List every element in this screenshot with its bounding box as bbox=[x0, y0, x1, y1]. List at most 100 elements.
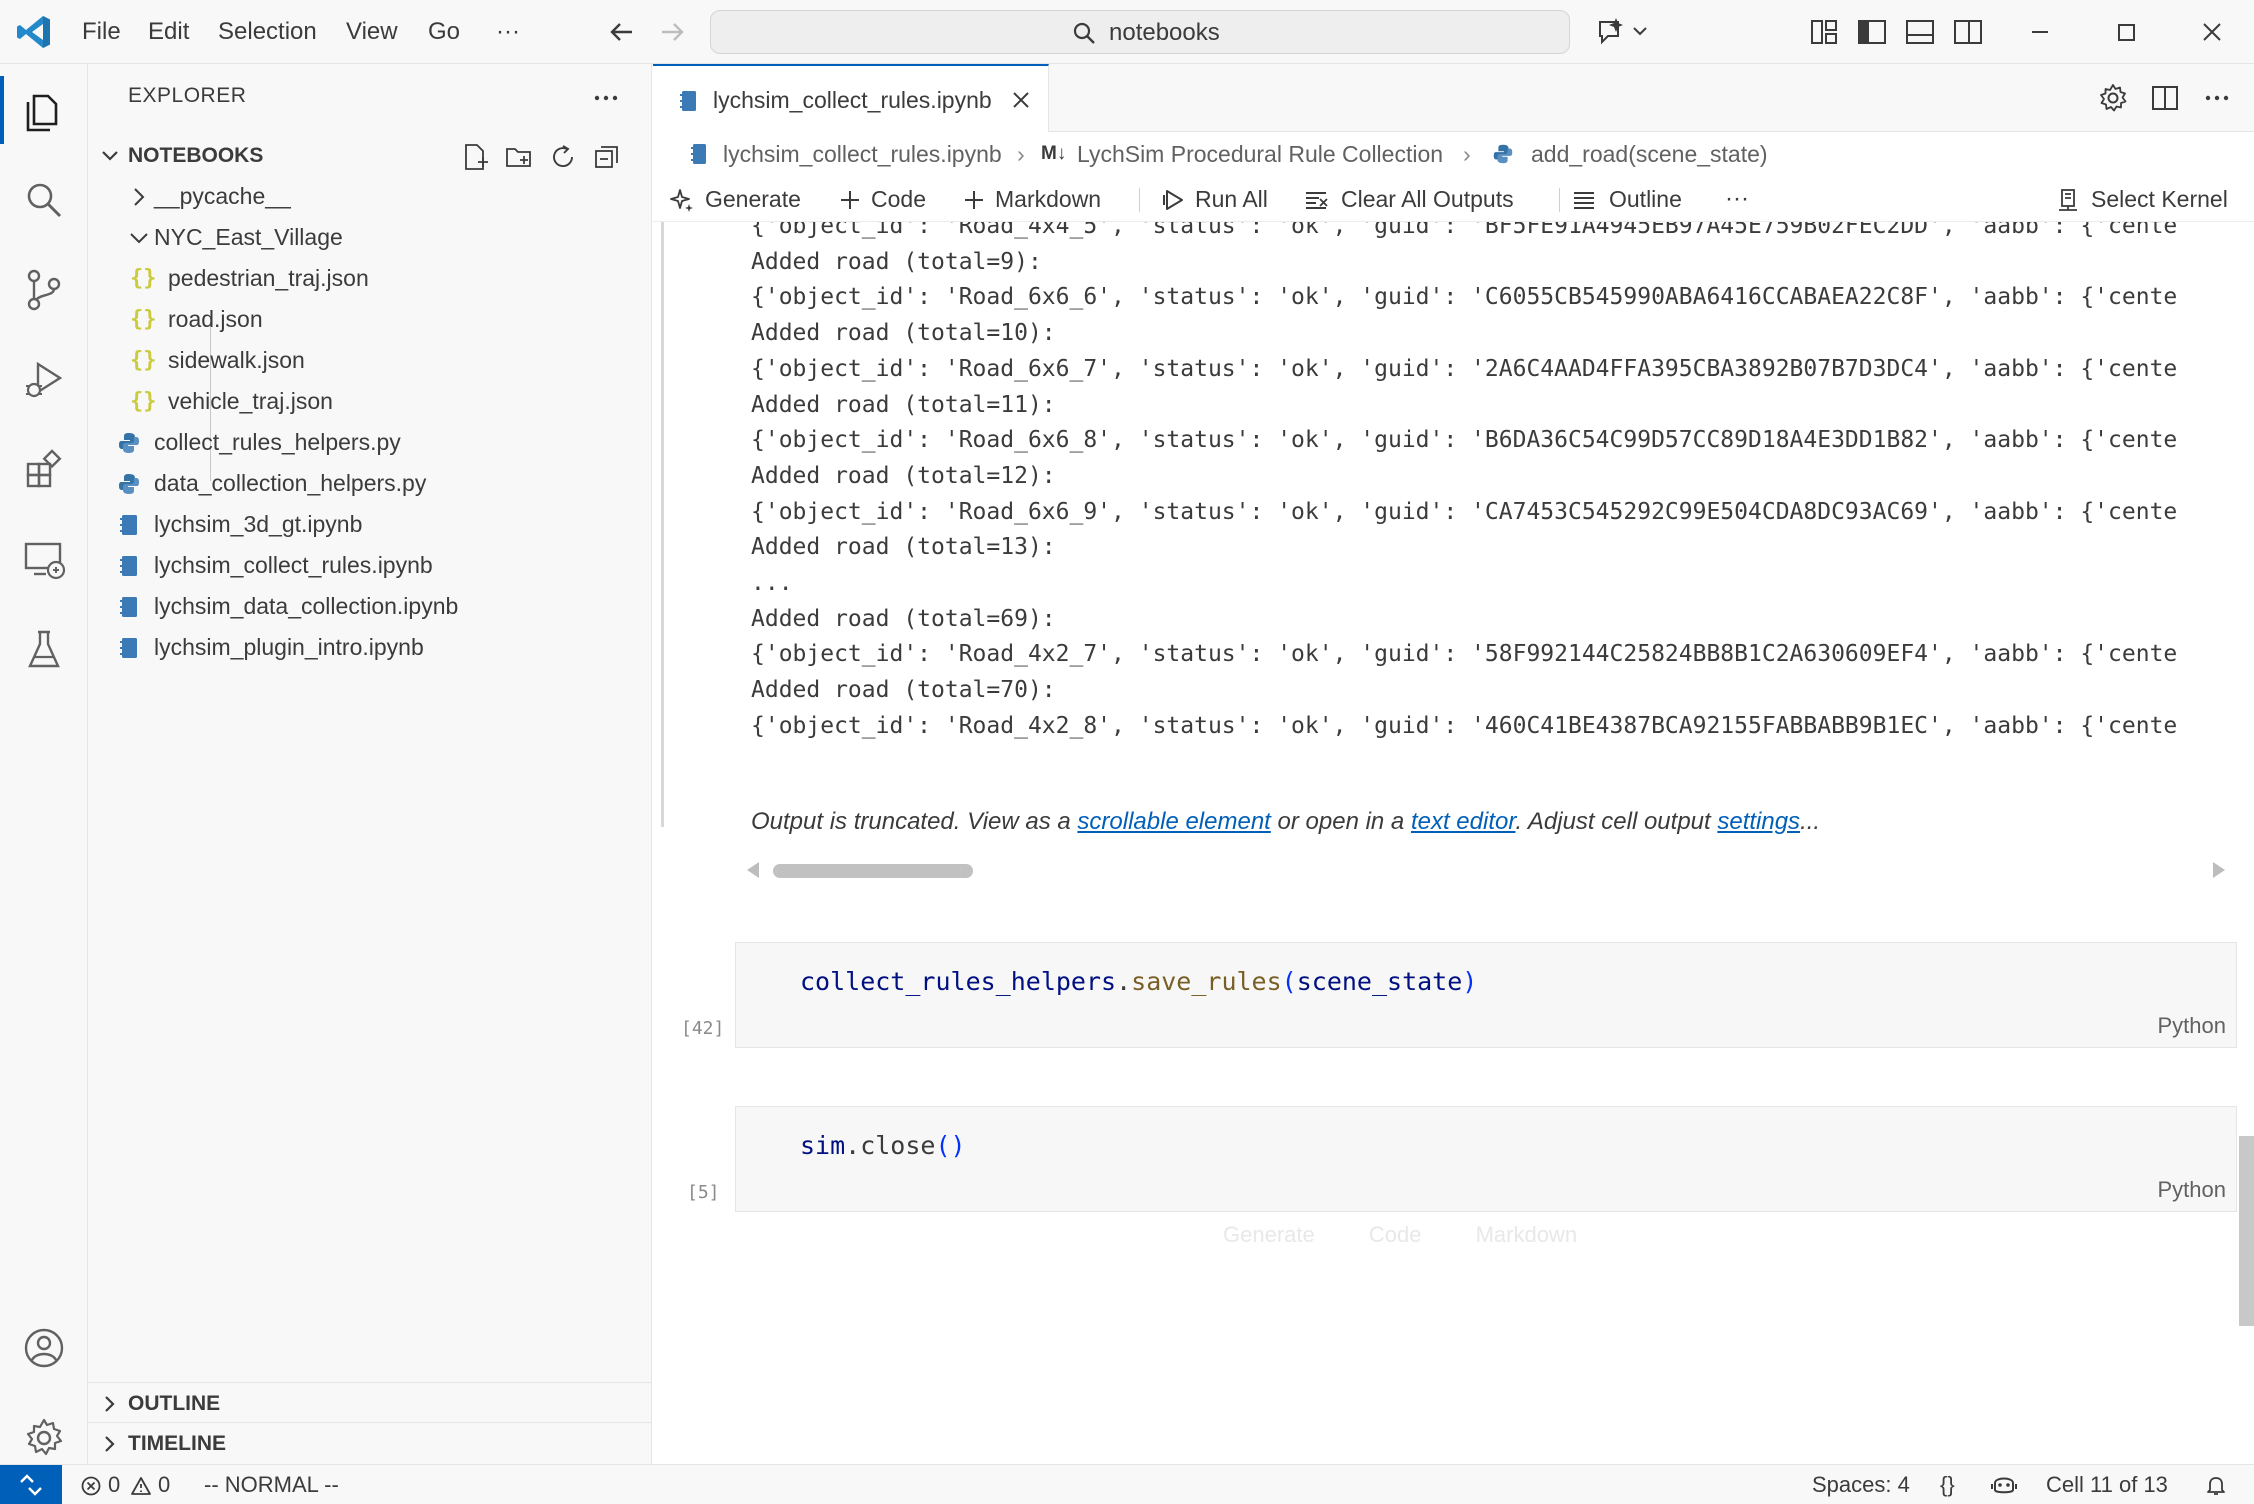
flask-icon bbox=[28, 630, 60, 668]
remote-indicator-button[interactable] bbox=[0, 1465, 62, 1504]
tree-item-pedestrian-traj[interactable]: {} pedestrian_traj.json bbox=[88, 258, 652, 299]
settings-link[interactable]: settings bbox=[1717, 808, 1800, 835]
outline-label: Outline bbox=[1609, 186, 1682, 212]
code-token: () bbox=[935, 1131, 966, 1160]
tree-item-lychsim-data-collection[interactable]: lychsim_data_collection.ipynb bbox=[88, 586, 652, 627]
close-icon[interactable] bbox=[1009, 88, 1033, 112]
indentation-setting[interactable]: Spaces: 4 bbox=[1812, 1465, 1910, 1504]
output-line: {'object_id': 'Road_4x2_7', 'status': 'o… bbox=[751, 641, 2178, 668]
run-debug-button[interactable] bbox=[0, 336, 88, 424]
tree-item-vehicle-traj[interactable]: {} vehicle_traj.json bbox=[88, 381, 652, 422]
notebook-file-icon bbox=[120, 638, 137, 658]
arrow-right-icon[interactable] bbox=[654, 14, 690, 50]
collapse-all-icon[interactable] bbox=[592, 142, 622, 172]
menu-file[interactable]: File bbox=[76, 14, 127, 50]
scrollable-element-link[interactable]: scrollable element bbox=[1077, 808, 1270, 835]
menu-selection[interactable]: Selection bbox=[212, 14, 323, 50]
tree-item-label: pedestrian_traj.json bbox=[168, 265, 369, 291]
cell-source[interactable]: sim.close() bbox=[800, 1131, 966, 1160]
menu-view[interactable]: View bbox=[340, 14, 404, 50]
new-folder-icon[interactable] bbox=[504, 142, 534, 172]
tree-item-sidewalk-json[interactable]: {} sidewalk.json bbox=[88, 340, 652, 381]
refresh-icon[interactable] bbox=[548, 142, 578, 172]
clear-all-outputs-button[interactable]: Clear All Outputs bbox=[1303, 176, 1543, 222]
editor-vertical-scrollbar[interactable] bbox=[2239, 64, 2254, 1464]
scrollbar-thumb[interactable] bbox=[773, 864, 973, 878]
more-actions-icon[interactable] bbox=[588, 80, 624, 116]
scroll-left-icon[interactable] bbox=[747, 862, 759, 878]
search-view-button[interactable] bbox=[0, 156, 88, 244]
chevron-right-icon bbox=[134, 188, 145, 206]
copilot-sparkle-icon[interactable] bbox=[1594, 14, 1650, 50]
remote-explorer-button[interactable] bbox=[0, 516, 88, 604]
tree-item-lychsim-plugin-intro[interactable]: lychsim_plugin_intro.ipynb bbox=[88, 627, 652, 668]
cell-language[interactable]: Python bbox=[2158, 1177, 2227, 1203]
minimize-icon[interactable] bbox=[2010, 10, 2070, 54]
output-line: Added road (total=13): bbox=[751, 534, 1056, 561]
source-control-button[interactable] bbox=[0, 246, 88, 334]
code-cell[interactable]: collect_rules_helpers.save_rules(scene_s… bbox=[735, 942, 2237, 1048]
extensions-button[interactable] bbox=[0, 426, 88, 514]
breadcrumb-file[interactable]: lychsim_collect_rules.ipynb bbox=[723, 132, 1002, 176]
testing-button[interactable] bbox=[0, 606, 88, 694]
add-markdown-cell-button[interactable]: Markdown bbox=[961, 176, 1121, 222]
run-all-button[interactable]: Run All bbox=[1161, 176, 1291, 222]
toolbar-more-button[interactable]: ··· bbox=[1725, 176, 1765, 222]
vscode-logo-icon[interactable] bbox=[14, 12, 54, 52]
bell-icon[interactable] bbox=[2204, 1473, 2228, 1497]
cell-source[interactable]: collect_rules_helpers.save_rules(scene_s… bbox=[800, 967, 1477, 996]
cell-language[interactable]: Python bbox=[2158, 1013, 2227, 1039]
arrow-left-icon[interactable] bbox=[604, 14, 640, 50]
notebook-toolbar: Generate Code Markdown Run All Clear All… bbox=[653, 176, 2254, 222]
text-editor-link[interactable]: text editor bbox=[1411, 808, 1516, 835]
tree-item-nyc-east-village[interactable]: NYC_East_Village bbox=[88, 217, 652, 258]
code-cell[interactable]: sim.close() Python bbox=[735, 1106, 2237, 1212]
cell-output[interactable]: {'object_id': 'Road_4x4_5', 'status': 'o… bbox=[751, 222, 2235, 808]
language-status-braces[interactable]: {} bbox=[1940, 1465, 1955, 1504]
menu-edit[interactable]: Edit bbox=[142, 14, 195, 50]
tree-item-road-json[interactable]: {} road.json bbox=[88, 299, 652, 340]
more-actions-icon[interactable] bbox=[2199, 80, 2235, 116]
ghost-markdown-button[interactable]: Markdown bbox=[1476, 1222, 1577, 1247]
close-window-icon[interactable] bbox=[2182, 10, 2242, 54]
outline-button[interactable]: Outline bbox=[1571, 176, 1701, 222]
timeline-label: TIMELINE bbox=[128, 1432, 226, 1455]
ghost-generate-button[interactable]: Generate bbox=[1223, 1222, 1315, 1247]
outline-section-header[interactable]: OUTLINE bbox=[88, 1382, 652, 1424]
breadcrumb-section[interactable]: LychSim Procedural Rule Collection bbox=[1077, 132, 1443, 176]
menu-go[interactable]: Go bbox=[422, 14, 466, 50]
chevron-right-icon: › bbox=[1463, 141, 1471, 167]
select-kernel-button[interactable]: Select Kernel bbox=[2055, 176, 2245, 222]
toggle-panel-icon[interactable] bbox=[1902, 14, 1938, 50]
tree-item-lychsim-collect-rules[interactable]: lychsim_collect_rules.ipynb bbox=[88, 545, 652, 586]
menu-more[interactable]: ··· bbox=[490, 14, 526, 50]
notebook-cells: {'object_id': 'Road_4x4_5', 'status': 'o… bbox=[653, 222, 2254, 1464]
notebooks-section-header[interactable]: NOTEBOOKS bbox=[88, 136, 652, 176]
explorer-button[interactable] bbox=[0, 66, 88, 154]
scrollbar-thumb[interactable] bbox=[2239, 1136, 2254, 1326]
add-code-cell-button[interactable]: Code bbox=[837, 176, 947, 222]
copilot-icon[interactable] bbox=[1990, 1473, 2018, 1497]
cell-position[interactable]: Cell 11 of 13 bbox=[2046, 1465, 2168, 1504]
ghost-code-button[interactable]: Code bbox=[1369, 1222, 1422, 1247]
gear-icon[interactable] bbox=[2095, 80, 2131, 116]
tab-lychsim-collect-rules[interactable]: lychsim_collect_rules.ipynb bbox=[653, 64, 1049, 132]
toggle-secondary-sidebar-icon[interactable] bbox=[1950, 14, 1986, 50]
generate-button[interactable]: Generate bbox=[669, 176, 819, 222]
split-editor-icon[interactable] bbox=[2147, 80, 2183, 116]
tree-item-collect-rules-helpers[interactable]: collect_rules_helpers.py bbox=[88, 422, 652, 463]
new-file-icon[interactable] bbox=[460, 142, 490, 172]
command-center-search[interactable]: notebooks bbox=[710, 10, 1570, 54]
scroll-right-icon[interactable] bbox=[2213, 862, 2225, 878]
customize-layout-icon[interactable] bbox=[1806, 14, 1842, 50]
maximize-icon[interactable] bbox=[2096, 10, 2156, 54]
output-horizontal-scrollbar[interactable] bbox=[743, 858, 2229, 882]
toggle-primary-sidebar-icon[interactable] bbox=[1854, 14, 1890, 50]
tree-item-pycache[interactable]: __pycache__ bbox=[88, 176, 652, 217]
tree-item-lychsim-3d-gt[interactable]: lychsim_3d_gt.ipynb bbox=[88, 504, 652, 545]
chevron-down-icon bbox=[102, 151, 118, 161]
tree-item-data-collection-helpers[interactable]: data_collection_helpers.py bbox=[88, 463, 652, 504]
accounts-button[interactable] bbox=[0, 1304, 88, 1392]
timeline-section-header[interactable]: TIMELINE bbox=[88, 1422, 652, 1464]
breadcrumb-cell[interactable]: add_road(scene_state) bbox=[1531, 132, 1768, 176]
